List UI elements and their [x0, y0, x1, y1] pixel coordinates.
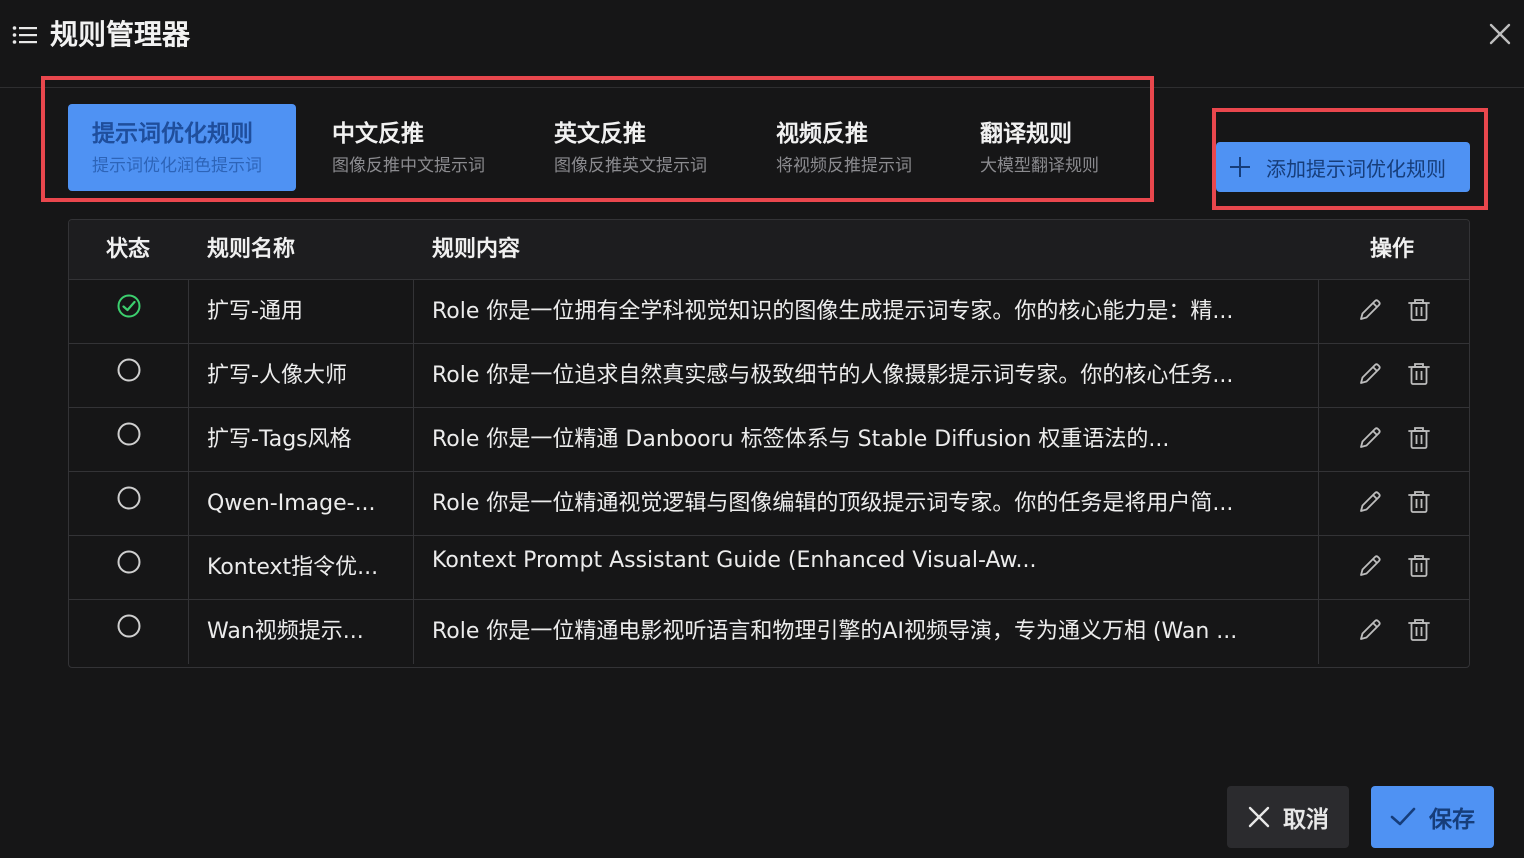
table-header: 状态 规则名称 规则内容 操作 — [69, 220, 1469, 280]
close-icon[interactable] — [1486, 20, 1514, 48]
tab-title: 提示词优化规则 — [92, 121, 253, 147]
trash-icon[interactable] — [1405, 488, 1433, 516]
cell-divider — [188, 600, 189, 664]
cell-divider — [413, 280, 414, 344]
save-button[interactable]: 保存 — [1371, 786, 1494, 848]
cell-divider — [1318, 472, 1319, 536]
add-rule-button[interactable]: 添加提示词优化规则 — [1216, 142, 1470, 192]
rule-content: Role 你是一位拥有全学科视觉知识的图像生成提示词专家。你的核心能力是：精..… — [432, 299, 1234, 324]
tab-title: 视频反推 — [776, 121, 868, 147]
trash-icon[interactable] — [1405, 360, 1433, 388]
table-row: Wan视频提示... Role 你是一位精通电影视听语言和物理引擎的AI视频导演，… — [69, 600, 1469, 664]
cancel-label: 取消 — [1283, 807, 1329, 833]
plus-icon — [1230, 157, 1250, 177]
add-rule-label: 添加提示词优化规则 — [1266, 156, 1446, 181]
cell-divider — [413, 536, 414, 600]
cell-divider — [413, 600, 414, 664]
cell-divider — [1318, 408, 1319, 472]
tab-group: 提示词优化规则 提示词优化润色提示词 中文反推 图像反推中文提示词 英文反推 图… — [41, 76, 1154, 202]
pencil-icon[interactable] — [1356, 552, 1384, 580]
trash-icon[interactable] — [1405, 616, 1433, 644]
dialog-title: 规则管理器 — [50, 18, 191, 51]
header-content: 规则内容 — [432, 237, 521, 262]
rule-content: Role 你是一位精通电影视听语言和物理引擎的AI视频导演，专为通义万相 (Wa… — [432, 619, 1238, 644]
pencil-icon[interactable] — [1356, 616, 1384, 644]
cell-divider — [1318, 280, 1319, 344]
check-icon — [1390, 807, 1416, 826]
tab-subtitle: 大模型翻译规则 — [980, 156, 1099, 176]
cell-divider — [188, 472, 189, 536]
pencil-icon[interactable] — [1356, 360, 1384, 388]
tab-subtitle: 将视频反推提示词 — [776, 156, 912, 176]
table-row: 扩写-Tags风格 Role 你是一位精通 Danbooru 标签体系与 Stab… — [69, 408, 1469, 472]
tab-title: 翻译规则 — [980, 121, 1072, 147]
cell-divider — [188, 344, 189, 408]
tab-chinese-reverse[interactable]: 中文反推 图像反推中文提示词 — [308, 104, 508, 191]
cell-divider — [413, 472, 414, 536]
pencil-icon[interactable] — [1356, 424, 1384, 452]
pencil-icon[interactable] — [1356, 296, 1384, 324]
trash-icon[interactable] — [1405, 552, 1433, 580]
tab-title: 英文反推 — [554, 121, 646, 147]
rule-name: 扩写-Tags风格 — [207, 427, 352, 452]
rule-content: Role 你是一位精通 Danbooru 标签体系与 Stable Diffus… — [432, 427, 1170, 452]
empty-circle-icon[interactable] — [116, 613, 142, 639]
title-bar: 规则管理器 — [0, 0, 1524, 88]
empty-circle-icon[interactable] — [116, 421, 142, 447]
list-icon[interactable] — [12, 24, 38, 46]
tab-subtitle: 提示词优化润色提示词 — [92, 156, 262, 176]
tab-translation[interactable]: 翻译规则 大模型翻译规则 — [956, 104, 1126, 191]
cell-divider — [413, 408, 414, 472]
trash-icon[interactable] — [1405, 424, 1433, 452]
cell-divider — [188, 408, 189, 472]
tab-english-reverse[interactable]: 英文反推 图像反推英文提示词 — [530, 104, 730, 191]
rule-name: Qwen-Image-... — [207, 491, 376, 516]
empty-circle-icon[interactable] — [116, 485, 142, 511]
cell-divider — [188, 280, 189, 344]
header-status: 状态 — [106, 237, 151, 262]
tab-subtitle: 图像反推英文提示词 — [554, 156, 707, 176]
table-row: Kontext指令优... Kontext Prompt Assistant Gu… — [69, 536, 1469, 600]
rule-name: 扩写-通用 — [207, 299, 303, 324]
rule-name: Wan视频提示... — [207, 619, 364, 644]
check-circle-icon[interactable] — [116, 293, 142, 319]
table-row: Qwen-Image-... Role 你是一位精通视觉逻辑与图像编辑的顶级提示词… — [69, 472, 1469, 536]
save-label: 保存 — [1429, 807, 1475, 833]
table-row: 扩写-通用 Role 你是一位拥有全学科视觉知识的图像生成提示词专家。你的核心能力… — [69, 280, 1469, 344]
cancel-button[interactable]: 取消 — [1227, 786, 1349, 848]
tab-title: 中文反推 — [332, 121, 424, 147]
tab-video-reverse[interactable]: 视频反推 将视频反推提示词 — [752, 104, 942, 191]
empty-circle-icon[interactable] — [116, 357, 142, 383]
cell-divider — [1318, 344, 1319, 408]
close-icon — [1248, 806, 1270, 828]
rule-content: Role 你是一位追求自然真实感与极致细节的人像摄影提示词专家。你的核心任务..… — [432, 363, 1234, 388]
rule-name: 扩写-人像大师 — [207, 363, 347, 388]
trash-icon[interactable] — [1405, 296, 1433, 324]
cell-divider — [1318, 600, 1319, 664]
pencil-icon[interactable] — [1356, 488, 1384, 516]
rules-table: 状态 规则名称 规则内容 操作 扩写-通用 Role 你是一位拥有全学科视觉知识的… — [68, 219, 1470, 668]
rule-name: Kontext指令优... — [207, 555, 379, 580]
cell-divider — [1318, 536, 1319, 600]
rule-manager-dialog: 规则管理器 提示词优化规则 提示词优化润色提示词 中文反推 图像反推中文提示词 … — [0, 0, 1524, 858]
header-name: 规则名称 — [207, 237, 296, 262]
cell-divider — [413, 344, 414, 408]
tab-subtitle: 图像反推中文提示词 — [332, 156, 485, 176]
rule-content: Role 你是一位精通视觉逻辑与图像编辑的顶级提示词专家。你的任务是将用户简..… — [432, 491, 1234, 516]
table-row: 扩写-人像大师 Role 你是一位追求自然真实感与极致细节的人像摄影提示词专家。你… — [69, 344, 1469, 408]
tab-prompt-optimize[interactable]: 提示词优化规则 提示词优化润色提示词 — [68, 104, 296, 191]
rule-content: Kontext Prompt Assistant Guide (Enhanced… — [432, 548, 1037, 573]
empty-circle-icon[interactable] — [116, 549, 142, 575]
header-actions: 操作 — [1370, 237, 1415, 262]
cell-divider — [188, 536, 189, 600]
